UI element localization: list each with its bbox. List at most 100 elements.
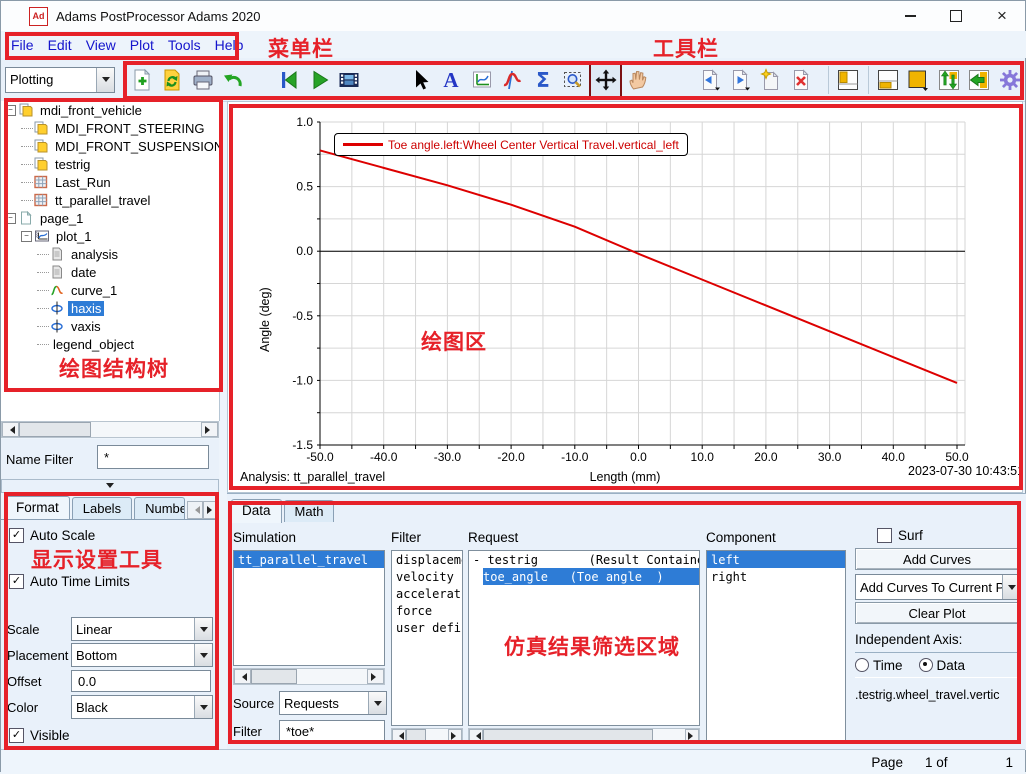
time-radio[interactable]	[855, 658, 869, 672]
pan-button[interactable]	[589, 62, 621, 98]
hand-button[interactable]	[624, 64, 652, 96]
minimize-button[interactable]	[887, 1, 933, 31]
tab-scroll-right[interactable]	[203, 501, 219, 519]
tree-item-tt_parallel_travel[interactable]: tt_parallel_travel	[1, 191, 219, 209]
auto-scale-checkbox[interactable]: ✓	[9, 528, 24, 543]
request-list[interactable]: - testrig (Result Containertoe_angle (To…	[468, 550, 700, 726]
list-item[interactable]: left	[707, 551, 845, 568]
color-select[interactable]: Black	[71, 695, 213, 719]
simulation-list[interactable]: tt_parallel_travel	[233, 550, 385, 666]
tree-item-MDI_FRONT_STEERING[interactable]: MDI_FRONT_STEERING	[1, 119, 219, 137]
name-filter-input[interactable]	[97, 445, 209, 469]
menu-tools[interactable]: Tools	[166, 35, 209, 55]
list-item[interactable]: force	[392, 602, 462, 619]
close-button[interactable]: ×	[979, 1, 1025, 31]
tab-labels[interactable]: Labels	[72, 497, 132, 519]
tree-item-mdi_front_vehicle[interactable]: −mdi_front_vehicle	[1, 101, 219, 119]
tab-math[interactable]: Math	[284, 500, 335, 522]
tree-item-haxis[interactable]: haxis	[1, 299, 219, 317]
layout-full-button[interactable]	[904, 64, 932, 96]
new-page-button[interactable]	[756, 64, 784, 96]
tree-horizontal-scrollbar[interactable]	[1, 421, 219, 438]
layout-corner-button[interactable]	[834, 64, 862, 96]
filter-list[interactable]: displacementvelocityaccelerationforceuse…	[391, 550, 463, 726]
maximize-button[interactable]	[933, 1, 979, 31]
text-tool-button[interactable]: A	[437, 64, 465, 96]
tree-item-curve_1[interactable]: curve_1	[1, 281, 219, 299]
layout-bottom-button[interactable]	[874, 64, 902, 96]
mode-select-arrow[interactable]	[96, 68, 114, 92]
tree-item-vaxis[interactable]: vaxis	[1, 317, 219, 335]
sim-filter-input[interactable]: *toe*	[279, 720, 385, 742]
previous-page-button[interactable]	[695, 64, 723, 96]
tree-item-legend_object[interactable]: legend_object	[1, 335, 219, 353]
settings-gear-button[interactable]	[995, 64, 1023, 96]
expander-icon[interactable]: −	[21, 231, 32, 242]
expander-icon[interactable]: −	[5, 105, 16, 116]
tab-format[interactable]: Format	[5, 496, 70, 520]
visible-checkbox[interactable]: ✓	[9, 728, 24, 743]
menu-plot[interactable]: Plot	[128, 35, 162, 55]
sigma-button[interactable]: Σ	[529, 64, 557, 96]
print-button[interactable]	[188, 64, 216, 96]
tree-item-MDI_FRONT_SUSPENSION[interactable]: MDI_FRONT_SUSPENSION	[1, 137, 219, 155]
tab-data[interactable]: Data	[231, 499, 282, 523]
simulation-scrollbar[interactable]	[233, 668, 385, 685]
request-scrollbar[interactable]	[468, 728, 700, 743]
list-item[interactable]: displacement	[392, 551, 462, 568]
tree-item-testrig[interactable]: testrig	[1, 155, 219, 173]
add-curves-button[interactable]: Add Curves	[855, 548, 1019, 570]
animation-button[interactable]	[335, 64, 363, 96]
list-item[interactable]: toe_angle (Toe angle )	[469, 568, 699, 585]
component-list[interactable]: leftright	[706, 550, 846, 743]
menu-file[interactable]: File	[9, 35, 42, 55]
data-radio[interactable]	[919, 658, 933, 672]
next-page-button[interactable]	[726, 64, 754, 96]
list-item[interactable]: - testrig (Result Container	[469, 551, 699, 568]
select-cursor-button[interactable]	[407, 64, 435, 96]
tree-item-page_1[interactable]: −page_1	[1, 209, 219, 227]
swap-view-button[interactable]	[935, 64, 963, 96]
list-item[interactable]: velocity	[392, 568, 462, 585]
color-select-arrow[interactable]	[194, 696, 212, 718]
tree-item-plot_1[interactable]: −plot_1	[1, 227, 219, 245]
add-mode-select[interactable]: Add Curves To Current Plot	[855, 574, 1021, 600]
source-select[interactable]: Requests	[279, 691, 387, 715]
tree-item-Last_Run[interactable]: Last_Run	[1, 173, 219, 191]
zoom-box-button[interactable]	[559, 64, 587, 96]
clear-plot-button[interactable]: Clear Plot	[855, 602, 1019, 624]
expander-icon[interactable]: −	[5, 213, 16, 224]
menu-view[interactable]: View	[84, 35, 124, 55]
offset-input[interactable]: 0.0	[71, 670, 211, 692]
plot-layout-button[interactable]	[468, 64, 496, 96]
filter-scrollbar[interactable]	[391, 728, 463, 743]
placement-select[interactable]: Bottom	[71, 643, 213, 667]
add-mode-select-arrow[interactable]	[1002, 575, 1020, 599]
surf-checkbox[interactable]	[877, 528, 892, 543]
menu-help[interactable]: Help	[213, 35, 252, 55]
source-select-arrow[interactable]	[368, 692, 386, 714]
tab-number[interactable]: Number	[134, 497, 185, 519]
new-file-button[interactable]	[127, 64, 155, 96]
tree-item-date[interactable]: date	[1, 263, 219, 281]
plot-area[interactable]: -50.0-40.0-30.0-20.0-10.00.010.020.030.0…	[227, 101, 1023, 493]
curve-edit-button[interactable]	[498, 64, 526, 96]
back-view-button[interactable]	[965, 64, 993, 96]
list-item[interactable]: acceleration	[392, 585, 462, 602]
scroll-right-icon[interactable]	[201, 422, 218, 437]
menu-edit[interactable]: Edit	[46, 35, 80, 55]
tree-collapse-button[interactable]	[1, 479, 219, 493]
list-item[interactable]: tt_parallel_travel	[234, 551, 384, 568]
scale-select-arrow[interactable]	[194, 618, 212, 640]
refresh-button[interactable]	[158, 64, 186, 96]
play-button[interactable]	[305, 64, 333, 96]
scale-select[interactable]: Linear	[71, 617, 213, 641]
scroll-left-icon[interactable]	[2, 422, 19, 437]
delete-page-button[interactable]	[787, 64, 815, 96]
tree-item-analysis[interactable]: analysis	[1, 245, 219, 263]
list-item[interactable]: right	[707, 568, 845, 585]
tab-scroll-left[interactable]	[187, 501, 203, 519]
mode-select[interactable]: Plotting	[5, 67, 115, 93]
list-item[interactable]: user defined	[392, 619, 462, 636]
placement-select-arrow[interactable]	[194, 644, 212, 666]
